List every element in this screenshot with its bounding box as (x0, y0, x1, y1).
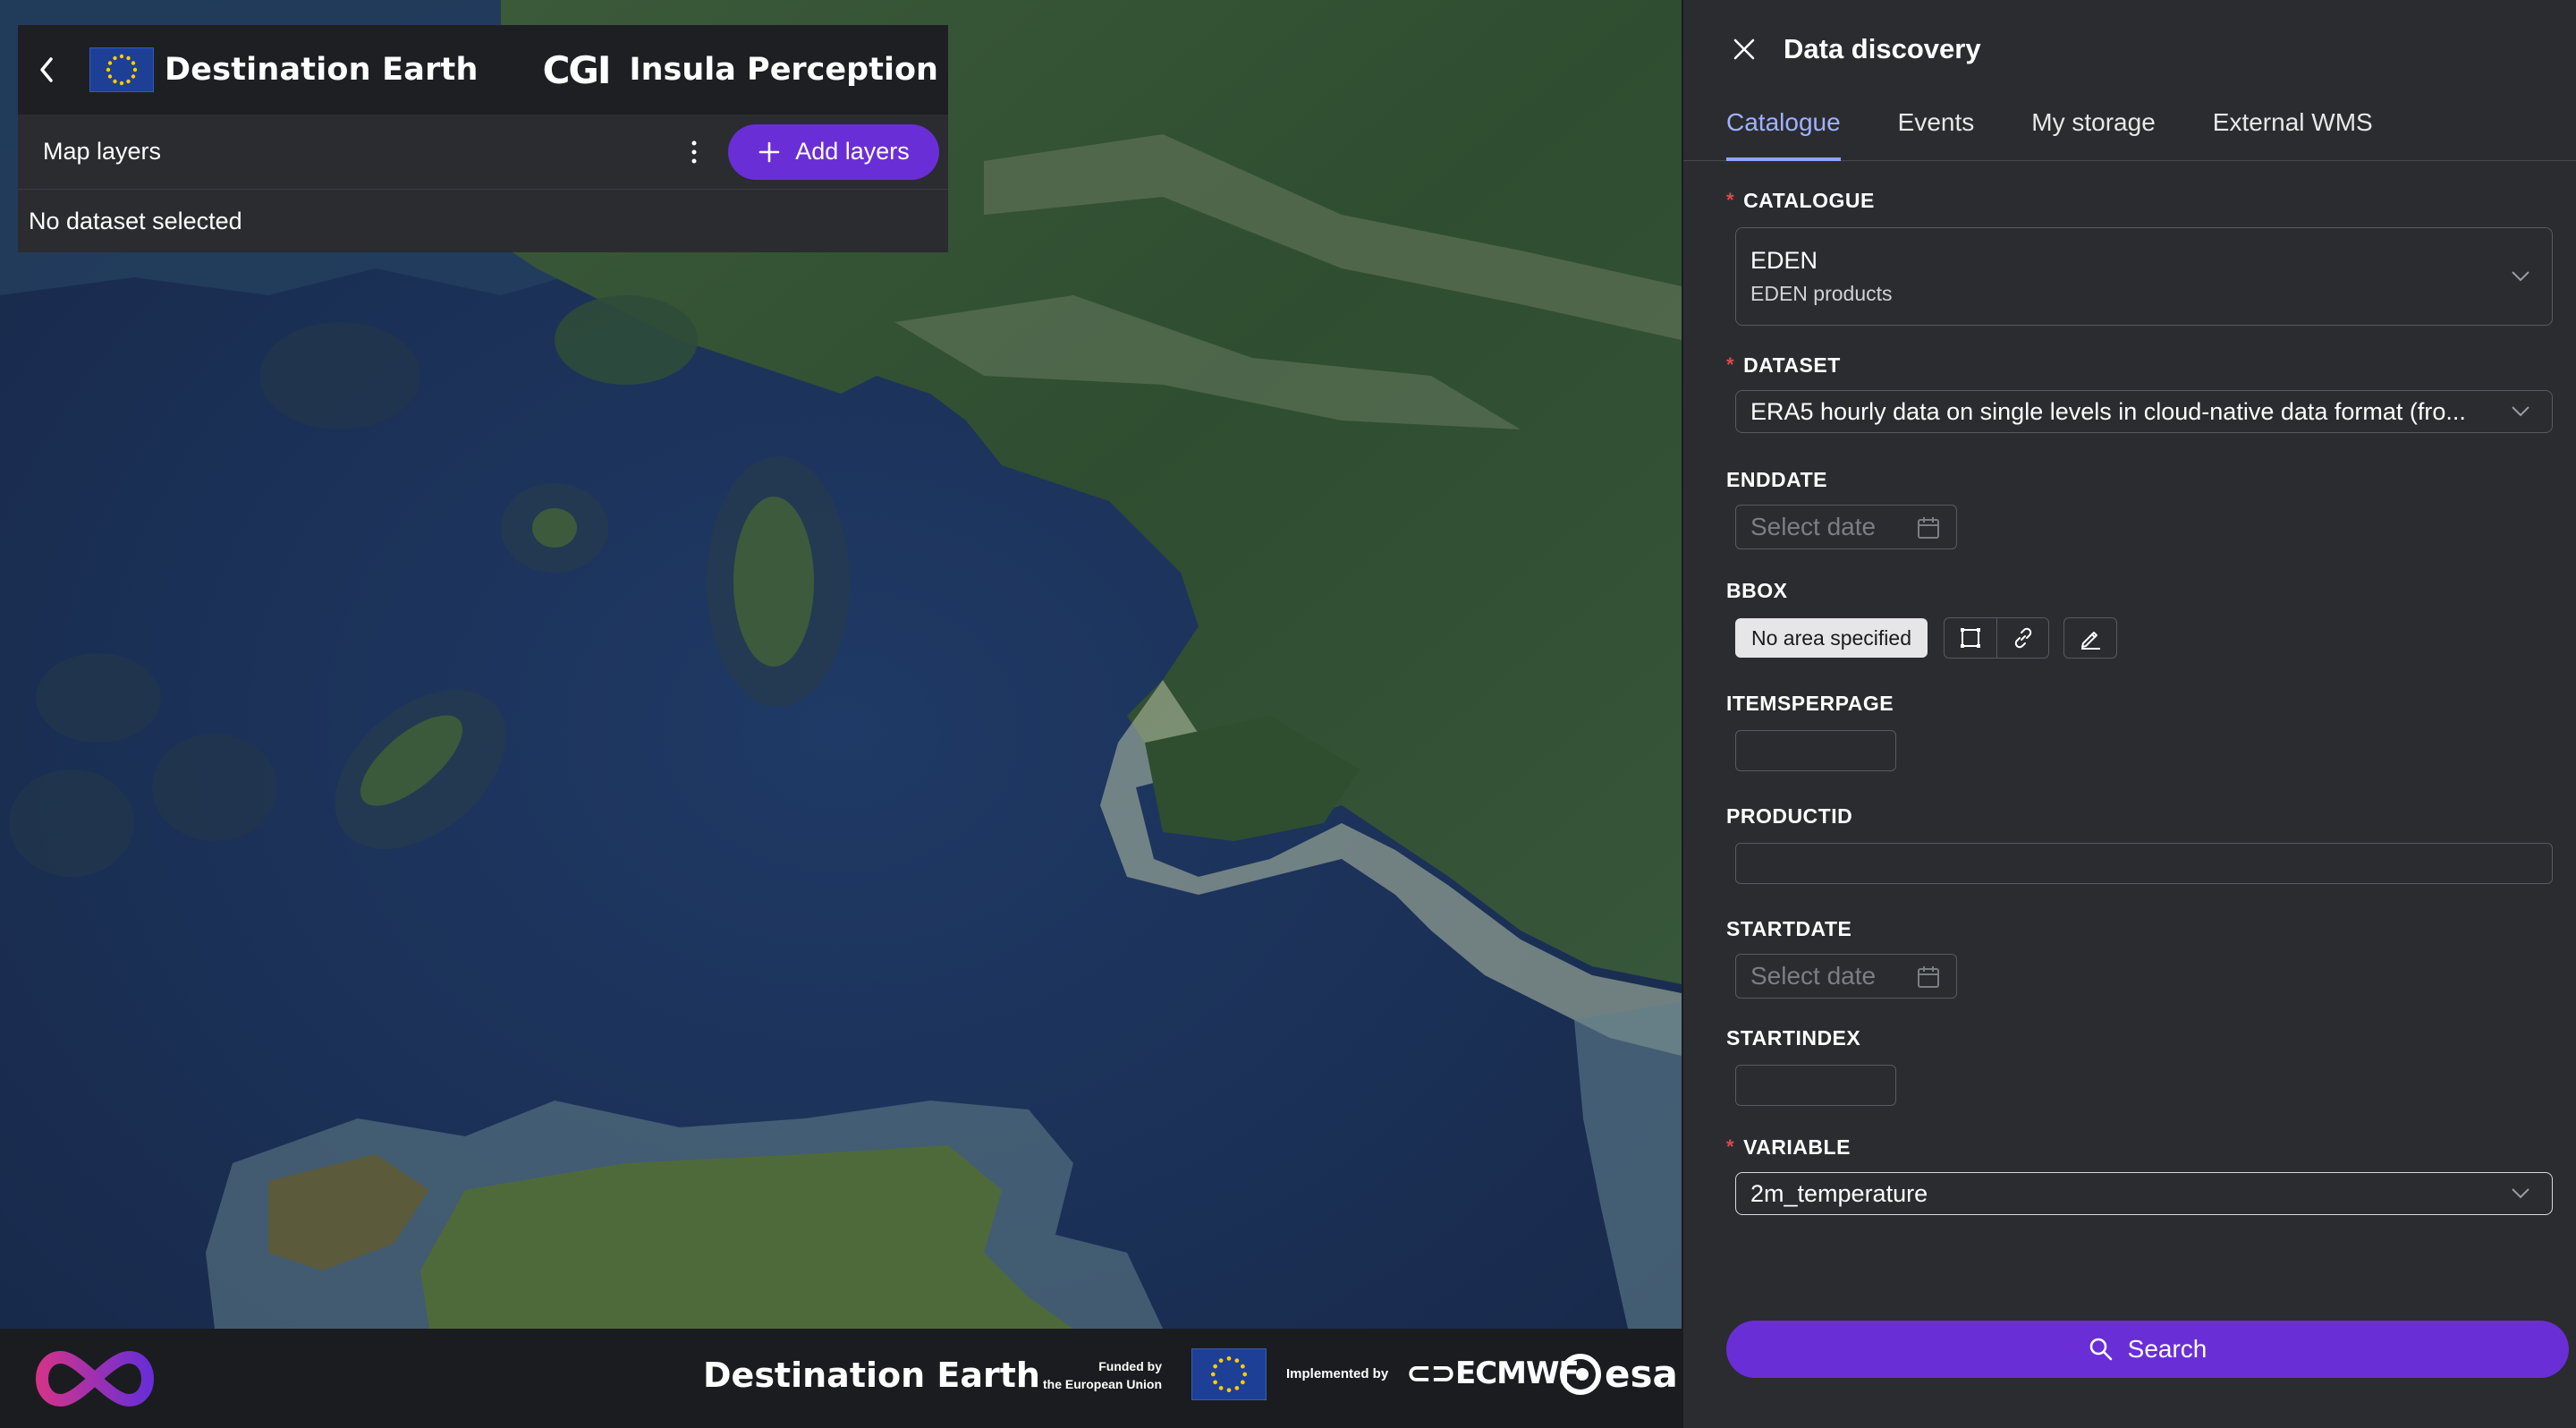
add-layers-label: Add layers (795, 138, 910, 165)
itemsperpage-input[interactable] (1735, 730, 1896, 771)
search-button-label: Search (2127, 1335, 2207, 1363)
footer-brand: Destination Earth (703, 1356, 1040, 1395)
required-marker: * (1726, 189, 1735, 211)
esa-logo-text: esa (1605, 1352, 1678, 1396)
itemsperpage-label: ITEMSPERPAGE (1726, 691, 1894, 715)
tab-catalogue[interactable]: Catalogue (1726, 91, 1841, 161)
panel-header: Data discovery (1683, 0, 2576, 98)
catalogue-subvalue: EDEN products (1750, 282, 1893, 305)
pencil-icon (2081, 632, 2100, 650)
catalogue-label-text: CATALOGUE (1743, 188, 1875, 212)
esa-logo-mark-icon (1560, 1353, 1601, 1395)
link-bbox-button[interactable] (1996, 618, 2048, 658)
dataset-select[interactable]: ERA5 hourly data on single levels in clo… (1735, 390, 2553, 433)
map-layers-title: Map layers (43, 138, 162, 165)
no-dataset-message: No dataset selected (29, 208, 242, 234)
tab-my-storage[interactable]: My storage (2031, 91, 2156, 154)
map-layers-panel: Map layers Add layers No dataset selecte… (18, 115, 948, 252)
panel-tabs: Catalogue Events My storage External WMS (1683, 98, 2576, 161)
variable-select[interactable]: 2m_temperature (1735, 1172, 2553, 1215)
startdate-label: STARTDATE (1726, 916, 1852, 940)
funded-line-1: Funded by (1098, 1359, 1162, 1373)
productid-label: PRODUCTID (1726, 803, 1853, 828)
bbox-label: BBOX (1726, 578, 1788, 602)
close-icon[interactable] (1726, 31, 1762, 67)
bbox-controls: No area specified (1726, 617, 2549, 659)
edit-bbox-group (2063, 617, 2117, 659)
chevron-down-icon (2512, 406, 2529, 417)
ecmwf-logo: ⊂⊃ECMWF (1406, 1356, 1580, 1391)
dataset-value: ERA5 hourly data on single levels in clo… (1750, 397, 2466, 425)
startdate-picker[interactable]: Select date (1735, 954, 1957, 999)
variable-label: * VARIABLE (1726, 1135, 2549, 1160)
tab-external-wms[interactable]: External WMS (2213, 91, 2373, 154)
enddate-label: ENDDATE (1726, 467, 1827, 491)
enddate-placeholder: Select date (1750, 513, 1877, 540)
edit-bbox-button[interactable] (2064, 618, 2116, 658)
variable-label-text: VARIABLE (1743, 1135, 1851, 1159)
startdate-placeholder: Select date (1750, 962, 1877, 990)
catalogue-select[interactable]: EDEN EDEN products (1735, 227, 2553, 326)
draw-rectangle-button[interactable] (1945, 618, 1996, 658)
bbox-status-chip: No area specified (1735, 618, 1928, 658)
productid-input[interactable] (1735, 843, 2553, 884)
ecmwf-logo-mark-icon: ⊂⊃ (1406, 1356, 1456, 1391)
variable-value: 2m_temperature (1750, 1179, 1928, 1207)
plus-icon (758, 141, 780, 162)
calendar-icon (1918, 517, 1939, 539)
funded-by-text: Funded by the European Union (1043, 1357, 1162, 1393)
dataset-label-text: DATASET (1743, 353, 1841, 377)
tab-events[interactable]: Events (1898, 91, 1975, 154)
link-icon (2014, 627, 2031, 649)
map-layers-header: Map layers Add layers (18, 115, 948, 190)
startindex-input[interactable] (1735, 1065, 1896, 1106)
rectangle-icon (1961, 628, 1980, 648)
footer-bar: Destination Earth Funded by the European… (0, 1329, 1682, 1428)
eu-flag-icon (89, 47, 154, 92)
search-icon (2089, 1338, 2112, 1361)
app-title: Insula Perception (629, 52, 938, 88)
cgi-logo: CGI (542, 47, 612, 92)
implemented-by-text: Implemented by (1286, 1366, 1389, 1381)
chevron-down-icon (2512, 1188, 2529, 1199)
chevron-down-icon (2512, 271, 2529, 282)
esa-logo: esa (1560, 1352, 1678, 1396)
more-options-icon[interactable] (676, 130, 712, 174)
data-discovery-panel: Data discovery Catalogue Events My stora… (1682, 0, 2576, 1428)
back-button[interactable] (18, 25, 75, 115)
dataset-label: * DATASET (1726, 353, 2549, 378)
search-button[interactable]: Search (1726, 1321, 2569, 1378)
bbox-tool-group (1944, 617, 2049, 659)
search-form: * CATALOGUE EDEN EDEN products * DATASET… (1683, 188, 2576, 1215)
catalogue-value: EDEN (1750, 247, 1818, 274)
required-marker: * (1726, 353, 1735, 376)
eu-flag-icon (1191, 1348, 1267, 1400)
catalogue-label: * CATALOGUE (1726, 188, 2549, 213)
required-marker: * (1726, 1135, 1735, 1158)
calendar-icon (1918, 966, 1939, 988)
add-layers-button[interactable]: Add layers (728, 123, 939, 180)
app-header: Destination Earth CGI Insula Perception (18, 25, 948, 115)
enddate-picker[interactable]: Select date (1735, 505, 1957, 549)
infinity-logo-icon[interactable] (25, 1347, 165, 1415)
panel-title: Data discovery (1784, 33, 1981, 64)
startindex-label: STARTINDEX (1726, 1025, 1861, 1050)
chevron-left-icon (40, 57, 53, 82)
brand-title: Destination Earth (165, 52, 479, 88)
funded-line-2: the European Union (1043, 1377, 1162, 1391)
